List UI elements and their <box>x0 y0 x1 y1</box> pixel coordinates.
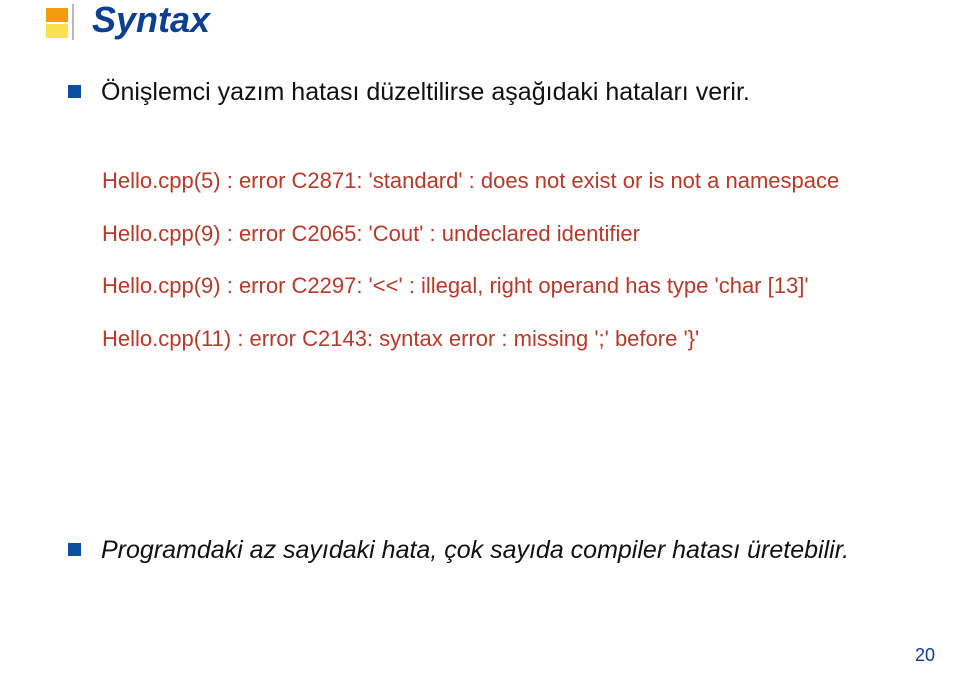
error-line-4: Hello.cpp(11) : error C2143: syntax erro… <box>102 324 911 355</box>
title-block: Syntax <box>80 2 210 38</box>
footnote-bullet-row: Programdaki az sayıdaki hata, çok sayıda… <box>68 534 911 568</box>
page-number: 20 <box>915 645 935 666</box>
intro-bullet-row: Önişlemci yazım hatası düzeltilirse aşağ… <box>68 76 911 110</box>
square-bullet-icon <box>68 543 81 556</box>
footnote-row: Programdaki az sayıdaki hata, çok sayıda… <box>68 534 911 572</box>
title-decor-yellow <box>46 24 68 38</box>
page-title: Syntax <box>92 2 210 38</box>
title-decor-line <box>72 4 74 40</box>
error-block: Hello.cpp(5) : error C2871: 'standard' :… <box>102 166 911 355</box>
content-area: Önişlemci yazım hatası düzeltilirse aşağ… <box>68 76 911 377</box>
footnote-text: Programdaki az sayıdaki hata, çok sayıda… <box>101 534 849 568</box>
intro-text: Önişlemci yazım hatası düzeltilirse aşağ… <box>101 76 750 110</box>
error-line-3: Hello.cpp(9) : error C2297: '<<' : illeg… <box>102 271 911 302</box>
error-line-1: Hello.cpp(5) : error C2871: 'standard' :… <box>102 166 911 197</box>
error-line-2: Hello.cpp(9) : error C2065: 'Cout' : und… <box>102 219 911 250</box>
square-bullet-icon <box>68 85 81 98</box>
slide: Syntax Önişlemci yazım hatası düzeltilir… <box>0 0 959 678</box>
title-decor-orange <box>46 8 68 22</box>
